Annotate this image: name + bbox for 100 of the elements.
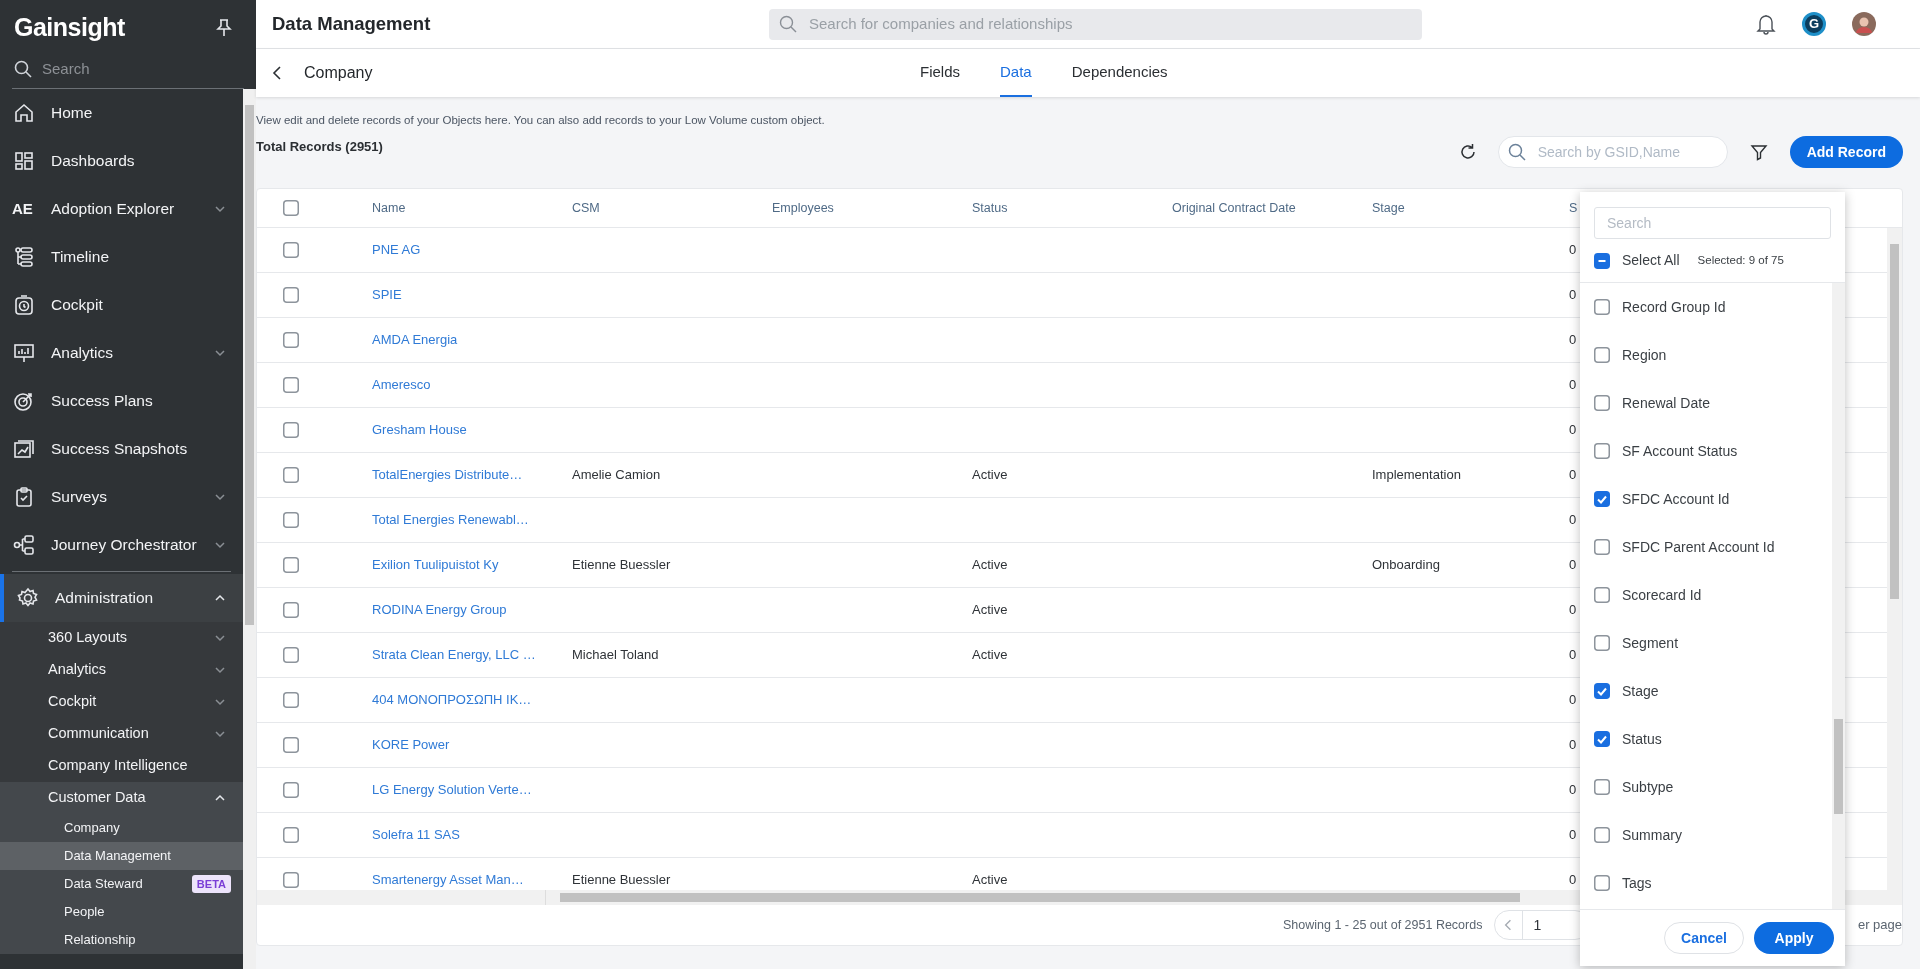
sidebar-item[interactable]: Analytics bbox=[0, 329, 243, 377]
back-icon[interactable] bbox=[270, 65, 284, 81]
company-link[interactable]: Total Energies Renewabl… bbox=[372, 510, 572, 530]
checkbox[interactable] bbox=[283, 422, 299, 438]
sidebar-subitem[interactable]: Company bbox=[0, 814, 243, 842]
pin-icon[interactable] bbox=[216, 19, 232, 37]
checkbox[interactable] bbox=[283, 467, 299, 483]
sidebar-item[interactable]: Success Plans bbox=[0, 377, 243, 425]
company-link[interactable]: SPIE bbox=[372, 285, 572, 305]
sidebar-subitem[interactable]: Data Steward BETA bbox=[0, 870, 243, 898]
column-option[interactable]: Stage bbox=[1580, 667, 1832, 715]
checkbox[interactable] bbox=[1594, 252, 1610, 269]
global-search-field[interactable]: Search for companies and relationships bbox=[809, 12, 1412, 36]
select-all-checkbox[interactable] bbox=[283, 200, 299, 216]
sidebar-item[interactable]: Surveys bbox=[0, 473, 243, 521]
checkbox[interactable] bbox=[1594, 827, 1610, 843]
checkbox[interactable] bbox=[283, 377, 299, 393]
checkbox[interactable] bbox=[283, 287, 299, 303]
column-option[interactable]: Region bbox=[1580, 331, 1832, 379]
column-option[interactable]: Tags bbox=[1580, 859, 1832, 907]
checkbox[interactable] bbox=[283, 737, 299, 753]
search-field[interactable]: Search bbox=[42, 57, 222, 81]
checkbox[interactable] bbox=[1594, 299, 1610, 315]
filter-icon[interactable] bbox=[1749, 143, 1768, 161]
global-search-field[interactable]: Search for companies and relationships bbox=[769, 8, 1422, 40]
column-header[interactable]: S bbox=[1569, 198, 1578, 218]
company-link[interactable]: 404 ΜΟΝΟΠΡΟΣΩΠΗ ΙΚ… bbox=[372, 690, 572, 710]
column-header[interactable]: Original Contract Date bbox=[1172, 198, 1296, 218]
scrollbar[interactable] bbox=[243, 89, 256, 969]
checkbox[interactable] bbox=[1594, 347, 1610, 363]
company-link[interactable]: KORE Power bbox=[372, 735, 572, 755]
record-search-field[interactable]: Search by GSID,Name bbox=[1497, 136, 1728, 168]
checkbox[interactable] bbox=[283, 827, 299, 843]
checkbox[interactable] bbox=[1594, 635, 1610, 651]
sidebar-item[interactable]: Success Snapshots bbox=[0, 425, 243, 473]
checkbox[interactable] bbox=[283, 332, 299, 348]
apply-button[interactable]: Apply bbox=[1754, 922, 1834, 954]
column-header[interactable]: CSM bbox=[572, 198, 600, 218]
scrollbar[interactable] bbox=[1887, 228, 1902, 890]
checkbox[interactable] bbox=[283, 242, 299, 258]
checkbox[interactable] bbox=[1594, 731, 1610, 747]
select-all-option[interactable]: Select All bbox=[1594, 250, 1680, 271]
checkbox[interactable] bbox=[283, 782, 299, 798]
column-option[interactable]: Record Group Id bbox=[1580, 283, 1832, 331]
logo[interactable]: Gainsight bbox=[14, 9, 125, 47]
column-option[interactable]: Status bbox=[1580, 715, 1832, 763]
sidebar-item[interactable]: Home bbox=[0, 89, 243, 137]
tab[interactable]: Fields bbox=[920, 50, 960, 97]
company-link[interactable]: TotalEnergies Distribute… bbox=[372, 465, 572, 485]
checkbox[interactable] bbox=[283, 557, 299, 573]
record-search-field[interactable]: Search by GSID,Name bbox=[1537, 141, 1708, 163]
column-option[interactable]: Subtype bbox=[1580, 763, 1832, 811]
checkbox[interactable] bbox=[1594, 779, 1610, 795]
tab[interactable]: Data bbox=[1000, 50, 1032, 97]
bell-icon[interactable] bbox=[1756, 13, 1776, 35]
sidebar-subitem[interactable]: Customer Data bbox=[0, 782, 243, 814]
company-link[interactable]: Strata Clean Energy, LLC … bbox=[372, 645, 572, 665]
checkbox[interactable] bbox=[1594, 875, 1610, 891]
checkbox[interactable] bbox=[1594, 683, 1610, 699]
sidebar-item[interactable]: Dashboards bbox=[0, 137, 243, 185]
company-link[interactable]: Ameresco bbox=[372, 375, 572, 395]
sidebar-subitem[interactable]: Analytics bbox=[0, 654, 243, 686]
tab[interactable]: Dependencies bbox=[1071, 50, 1168, 97]
checkbox[interactable] bbox=[1594, 491, 1610, 507]
sidebar-item[interactable]: Administration bbox=[0, 574, 243, 622]
checkbox[interactable] bbox=[1594, 539, 1610, 555]
checkbox[interactable] bbox=[283, 647, 299, 663]
column-header[interactable]: Stage bbox=[1372, 198, 1405, 218]
company-link[interactable]: Solefra 11 SAS bbox=[372, 825, 572, 845]
column-option[interactable]: Segment bbox=[1580, 619, 1832, 667]
company-link[interactable]: Exilion Tuulipuistot Ky bbox=[372, 555, 572, 575]
company-link[interactable]: LG Energy Solution Verte… bbox=[372, 780, 572, 800]
sidebar-item[interactable]: Cockpit bbox=[0, 281, 243, 329]
column-header[interactable]: Employees bbox=[772, 198, 834, 218]
sidebar-subitem[interactable]: People bbox=[0, 898, 243, 926]
column-option[interactable]: SFDC Account Id bbox=[1580, 475, 1832, 523]
checkbox[interactable] bbox=[283, 872, 299, 888]
column-header[interactable]: Name bbox=[372, 198, 406, 218]
sidebar-item[interactable]: AE Adoption Explorer bbox=[0, 185, 243, 233]
checkbox[interactable] bbox=[283, 602, 299, 618]
checkbox[interactable] bbox=[1594, 395, 1610, 411]
picker-search-field[interactable]: Search bbox=[1607, 212, 1818, 234]
column-option[interactable]: Scorecard Id bbox=[1580, 571, 1832, 619]
company-link[interactable]: Gresham House bbox=[372, 420, 572, 440]
scrollbar[interactable] bbox=[1832, 283, 1845, 909]
sidebar-subitem[interactable]: Communication bbox=[0, 718, 243, 750]
column-header[interactable]: Status bbox=[972, 198, 1008, 218]
company-link[interactable]: RODINA Energy Group bbox=[372, 600, 572, 620]
sidebar-subitem[interactable]: Cockpit bbox=[0, 686, 243, 718]
company-link[interactable]: PNE AG bbox=[372, 240, 572, 260]
company-link[interactable]: Smartenergy Asset Man… bbox=[372, 870, 572, 890]
column-option[interactable]: SFDC Parent Account Id bbox=[1580, 523, 1832, 571]
sidebar-subitem[interactable]: 360 Layouts bbox=[0, 622, 243, 654]
app-badge[interactable]: G bbox=[1802, 12, 1826, 36]
picker-search-field[interactable]: Search bbox=[1594, 207, 1831, 239]
sidebar-item[interactable]: Timeline bbox=[0, 233, 243, 281]
company-link[interactable]: AMDA Energia bbox=[372, 330, 572, 350]
avatar[interactable] bbox=[1852, 12, 1876, 36]
sidebar-subitem[interactable]: Relationship bbox=[0, 926, 243, 954]
column-option[interactable]: Renewal Date bbox=[1580, 379, 1832, 427]
